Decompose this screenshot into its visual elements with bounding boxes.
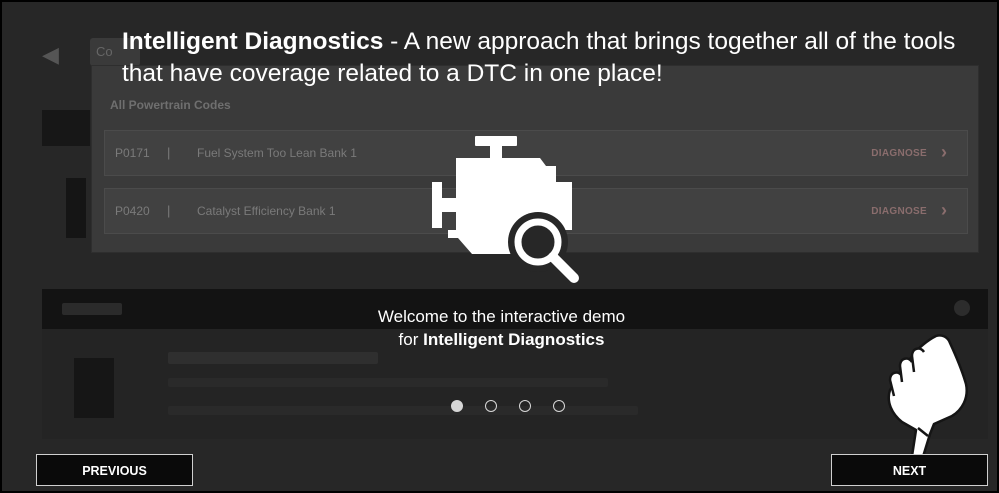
welcome-line-1: Welcome to the interactive demo (377, 307, 626, 326)
diagnose-link: DIAGNOSE (871, 206, 927, 217)
previous-button[interactable]: PREVIOUS (36, 454, 193, 486)
code-description: Catalyst Efficiency Bank 1 (197, 204, 336, 218)
engine-search-icon (432, 136, 579, 283)
chevron-right-icon: › (941, 142, 947, 162)
code-separator: | (167, 145, 171, 160)
demo-overlay: ◀ Co All Powertrain Codes P0171 | Fuel S… (0, 0, 999, 493)
background-text-line (168, 406, 638, 415)
background-text-line (168, 352, 378, 364)
background-side-button (42, 110, 90, 146)
welcome-product-name: Intelligent Diagnostics (423, 330, 605, 349)
pagination-dot-3[interactable] (519, 400, 531, 412)
pointing-hand-icon (887, 334, 968, 464)
background-vehicle-image (66, 178, 86, 238)
back-arrow-icon: ◀ (42, 42, 59, 67)
headline-strong: Intelligent Diagnostics (122, 28, 384, 55)
code-id: P0171 (115, 146, 150, 160)
code-description: Fuel System Too Lean Bank 1 (197, 146, 357, 160)
code-separator: | (167, 203, 171, 218)
chevron-right-icon: › (941, 200, 947, 220)
pagination-dot-4[interactable] (553, 400, 565, 412)
background-card-icon (74, 358, 114, 418)
pagination-dot-2[interactable] (485, 400, 497, 412)
welcome-line-2: for Intelligent Diagnostics (2, 329, 997, 351)
diagnose-link: DIAGNOSE (871, 148, 927, 159)
pagination-dot-1[interactable] (451, 400, 463, 412)
code-id: P0420 (115, 204, 150, 218)
next-button[interactable]: NEXT (831, 454, 988, 486)
background-text-line (168, 378, 608, 387)
welcome-prefix: for (398, 330, 424, 349)
codes-panel-title: All Powertrain Codes (110, 98, 231, 112)
headline: Intelligent Diagnostics - A new approach… (122, 26, 982, 90)
